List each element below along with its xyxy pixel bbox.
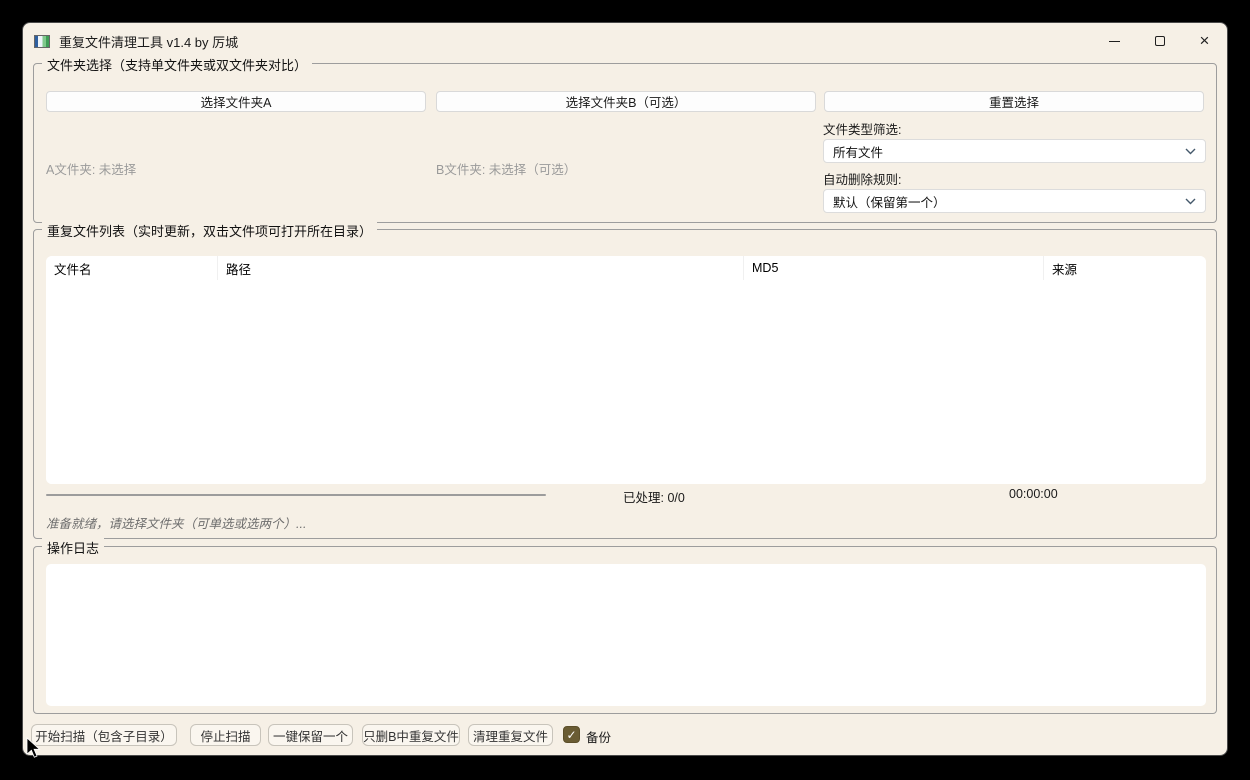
file-type-filter-select[interactable]: 所有文件 [823, 139, 1206, 163]
start-scan-button[interactable]: 开始扫描（包含子目录） [31, 724, 177, 746]
file-type-filter-label: 文件类型筛选: [823, 119, 901, 138]
column-header-md5[interactable]: MD5 [744, 256, 1044, 280]
status-message: 准备就绪，请选择文件夹（可单选或选两个）... [46, 513, 306, 532]
scan-progress-bar [46, 494, 546, 496]
auto-delete-rule-label: 自动删除规则: [823, 169, 901, 188]
operation-log-textarea[interactable] [46, 564, 1206, 706]
app-icon [34, 35, 50, 48]
minimize-icon [1109, 41, 1120, 42]
folder-selection-legend: 文件夹选择（支持单文件夹或双文件夹对比） [42, 55, 312, 74]
table-header-row: 文件名 路径 MD5 来源 [46, 256, 1206, 281]
column-header-path[interactable]: 路径 [218, 256, 744, 280]
table-body[interactable] [46, 280, 1206, 484]
auto-delete-rule-value: 默认（保留第一个） [833, 192, 946, 211]
processed-count-label: 已处理: 0/0 [623, 487, 685, 506]
mouse-cursor [26, 737, 43, 760]
close-icon: × [1200, 32, 1210, 49]
delete-b-duplicates-button[interactable]: 只删B中重复文件 [362, 724, 460, 746]
column-header-source[interactable]: 来源 [1044, 256, 1206, 280]
clean-duplicates-button[interactable]: 清理重复文件 [468, 724, 553, 746]
minimize-button[interactable] [1092, 23, 1137, 59]
title-bar[interactable]: 重复文件清理工具 v1.4 by 厉城 × [23, 23, 1227, 59]
maximize-button[interactable] [1137, 23, 1182, 59]
backup-checkbox-label: 备份 [586, 727, 611, 746]
reset-selection-button[interactable]: 重置选择 [824, 91, 1204, 112]
backup-checkbox[interactable]: ✓ [563, 726, 580, 743]
folder-a-status: A文件夹: 未选择 [46, 159, 136, 178]
chevron-down-icon [1185, 148, 1196, 155]
app-window: 重复文件清理工具 v1.4 by 厉城 × 文件夹选择（支持单文件夹或双文件夹对… [22, 22, 1228, 756]
column-header-filename[interactable]: 文件名 [46, 256, 218, 280]
auto-delete-rule-select[interactable]: 默认（保留第一个） [823, 189, 1206, 213]
duplicate-file-table[interactable]: 文件名 路径 MD5 来源 [46, 256, 1206, 484]
select-folder-b-button[interactable]: 选择文件夹B（可选） [436, 91, 816, 112]
stop-scan-button[interactable]: 停止扫描 [190, 724, 261, 746]
chevron-down-icon [1185, 198, 1196, 205]
file-type-filter-value: 所有文件 [833, 142, 883, 161]
operation-log-legend: 操作日志 [42, 538, 104, 557]
select-folder-a-button[interactable]: 选择文件夹A [46, 91, 426, 112]
check-icon: ✓ [566, 729, 576, 741]
maximize-icon [1155, 36, 1165, 46]
keep-one-button[interactable]: 一键保留一个 [268, 724, 353, 746]
close-button[interactable]: × [1182, 23, 1227, 59]
elapsed-time-label: 00:00:00 [1009, 487, 1058, 501]
duplicate-list-legend: 重复文件列表（实时更新，双击文件项可打开所在目录） [42, 221, 377, 240]
window-title: 重复文件清理工具 v1.4 by 厉城 [59, 32, 238, 51]
folder-b-status: B文件夹: 未选择（可选） [436, 159, 576, 178]
